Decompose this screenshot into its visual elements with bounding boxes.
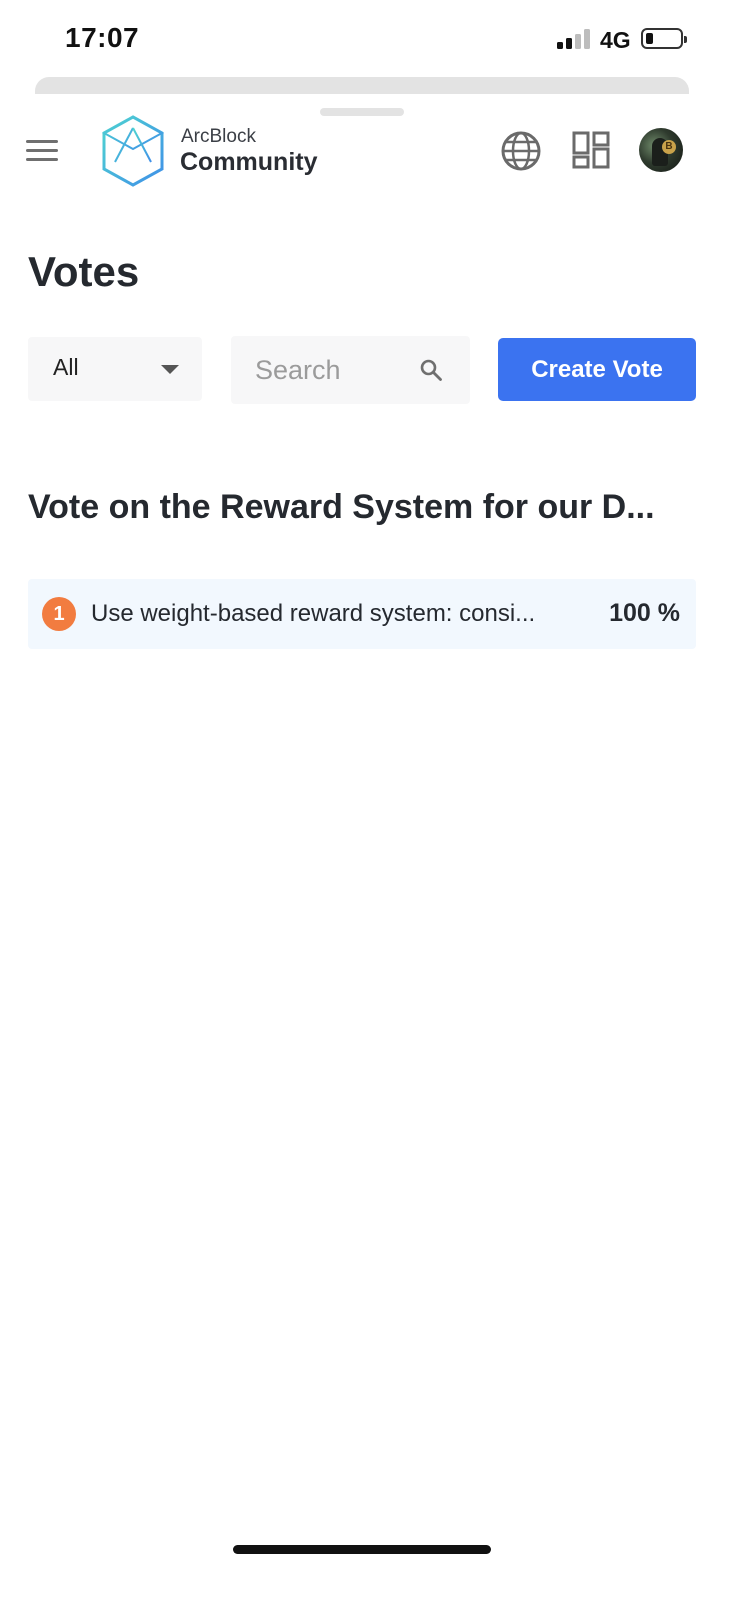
battery-icon bbox=[641, 28, 687, 49]
vote-option-text: Use weight-based reward system: consi... bbox=[91, 600, 536, 627]
avatar[interactable]: B bbox=[639, 128, 683, 172]
apps-icon[interactable] bbox=[572, 131, 610, 169]
globe-icon[interactable] bbox=[500, 130, 542, 172]
vote-option-percent: 100 % bbox=[609, 599, 680, 627]
page-sheet bbox=[0, 94, 739, 1600]
brand-name: Community bbox=[180, 148, 318, 176]
sheet-grabber[interactable] bbox=[320, 108, 404, 116]
filter-select[interactable]: All bbox=[28, 337, 202, 401]
vote-option-row[interactable]: 1 Use weight-based reward system: consi.… bbox=[28, 579, 696, 649]
chevron-down-icon bbox=[161, 365, 179, 374]
status-bar: 17:07 4G bbox=[0, 0, 739, 78]
signal-icon bbox=[557, 29, 591, 49]
home-indicator[interactable] bbox=[233, 1545, 491, 1554]
network-label: 4G bbox=[600, 27, 631, 53]
coin-icon: B bbox=[662, 140, 676, 154]
page-title: Votes bbox=[28, 248, 140, 295]
search-icon[interactable] bbox=[419, 358, 443, 382]
status-time: 17:07 bbox=[65, 22, 140, 53]
create-vote-button[interactable]: Create Vote bbox=[498, 338, 696, 401]
menu-icon[interactable] bbox=[26, 138, 58, 164]
filter-value: All bbox=[53, 354, 79, 380]
vote-title[interactable]: Vote on the Reward System for our D... bbox=[28, 488, 688, 527]
rank-badge: 1 bbox=[42, 597, 76, 631]
search-input[interactable] bbox=[255, 350, 415, 390]
brand-name-small: ArcBlock bbox=[181, 126, 256, 147]
arcblock-logo bbox=[101, 115, 165, 187]
